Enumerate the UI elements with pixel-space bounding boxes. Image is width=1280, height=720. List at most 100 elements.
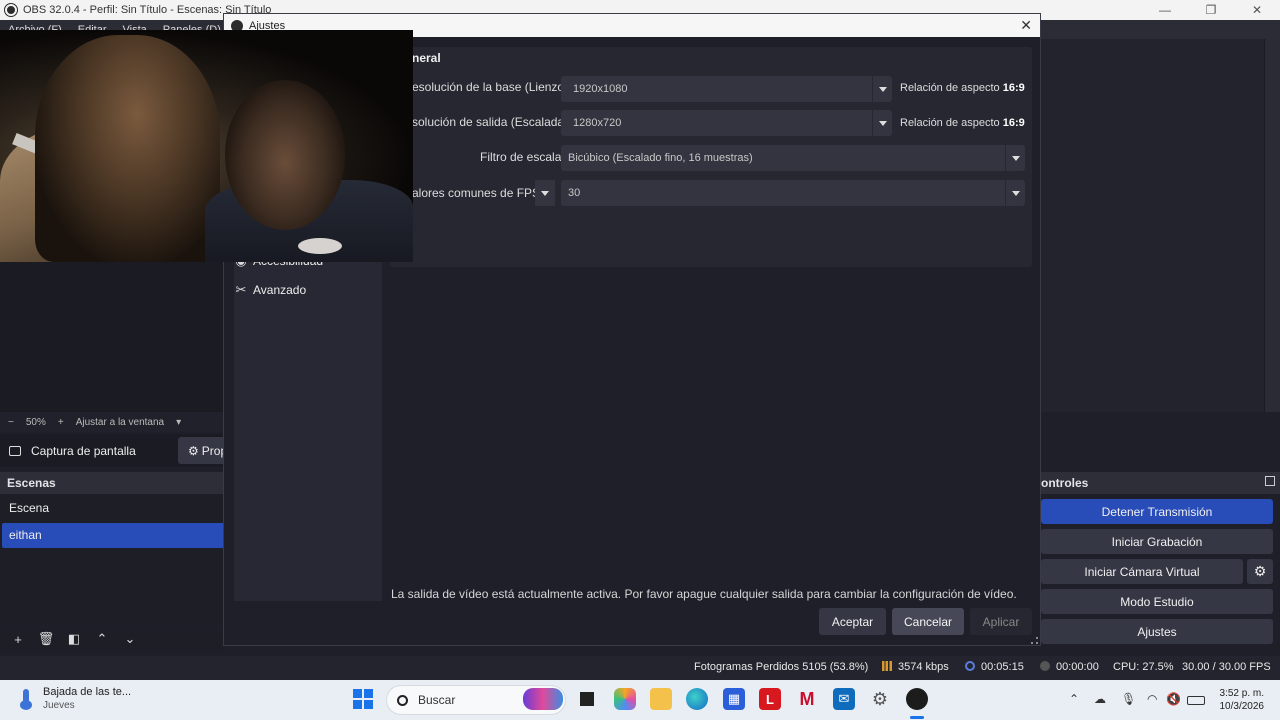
base-resolution-label: esolución de la base (Lienzo)	[412, 80, 569, 94]
base-resolution-combo[interactable]: 1920x1080	[561, 76, 892, 102]
scale-filter-label: Filtro de escala	[480, 150, 562, 164]
cancel-button[interactable]: Cancelar	[892, 608, 964, 635]
source-name: Captura de pantalla	[31, 443, 136, 458]
stream-time: 00:05:15	[981, 661, 1024, 673]
clock-date: 10/3/2026	[1219, 701, 1265, 712]
controls-header: ontroles	[1041, 472, 1280, 494]
copilot-banner-icon[interactable]	[523, 688, 563, 710]
move-down-icon[interactable]: ⌄	[118, 631, 142, 647]
search-icon	[397, 694, 408, 706]
window-controls: — ❐ ✕	[1142, 0, 1280, 20]
weather-subtitle: Jueves	[43, 700, 75, 711]
mcafee-icon[interactable]: M	[796, 688, 818, 710]
chevron-down-icon[interactable]: ▾	[176, 417, 181, 428]
settings-gear-icon[interactable]: ⚙	[869, 688, 891, 710]
chevron-down-icon[interactable]	[872, 76, 892, 102]
chevron-down-icon[interactable]	[1005, 145, 1025, 171]
close-icon[interactable]: ✕	[1234, 0, 1280, 20]
start-recording-button[interactable]: Iniciar Grabación	[1041, 529, 1273, 554]
obs-logo-icon	[4, 3, 18, 17]
studio-mode-button[interactable]: Modo Estudio	[1041, 589, 1273, 614]
right-scrollbar[interactable]	[1265, 39, 1280, 412]
chevron-up-icon[interactable]: ⌃	[1069, 692, 1079, 706]
stream-time-readout: 00:05:15	[965, 661, 1024, 673]
add-scene-icon[interactable]: +	[6, 632, 30, 647]
apply-button[interactable]: Aplicar	[970, 608, 1032, 635]
cpu-usage: CPU: 27.5%	[1113, 661, 1174, 673]
fps-type-label: alores comunes de FPS	[412, 186, 541, 200]
lenovo-app-icon[interactable]: L	[759, 688, 781, 710]
record-time-readout: 00:00:00	[1040, 661, 1099, 673]
close-icon[interactable]: ✕	[1020, 17, 1032, 34]
webcam-overlay	[0, 30, 413, 262]
scenes-list: Escena eithan	[0, 494, 223, 626]
base-resolution-value: 1920x1080	[573, 83, 628, 95]
broadcast-icon	[965, 661, 975, 671]
accept-button[interactable]: Aceptar	[819, 608, 886, 635]
zoom-level: 50%	[25, 416, 46, 428]
stop-stream-button[interactable]: Detener Transmisión	[1041, 499, 1273, 524]
scale-filter-value: Bicúbico (Escalado fino, 16 muestras)	[568, 152, 753, 164]
record-icon	[1040, 661, 1050, 671]
thermometer-icon	[16, 687, 36, 711]
record-time: 00:00:00	[1056, 661, 1099, 673]
obs-taskbar-icon[interactable]	[906, 688, 928, 710]
virtual-camera-button[interactable]: Iniciar Cámara Virtual	[1041, 559, 1243, 584]
fps-type-combo[interactable]: alores comunes de FPS	[412, 180, 555, 206]
aspect-prefix: Relación de aspecto	[900, 117, 1000, 129]
microphone-icon[interactable]: 🎙	[1121, 692, 1136, 706]
scene-item[interactable]: Escena	[0, 496, 223, 521]
bitrate-value: 3574 kbps	[898, 661, 949, 673]
scene-item-selected[interactable]: eithan	[2, 523, 223, 548]
edge-browser-icon[interactable]	[686, 688, 708, 710]
fit-window-select[interactable]: Ajustar a la ventana	[76, 417, 164, 428]
windows-start-icon[interactable]	[352, 688, 374, 710]
volume-muted-icon[interactable]: 🔇	[1166, 692, 1181, 706]
scale-filter-combo[interactable]: Bicúbico (Escalado fino, 16 muestras)	[561, 145, 1025, 171]
zoom-in-button[interactable]: +	[58, 417, 64, 428]
chevron-down-icon[interactable]	[872, 110, 892, 136]
output-active-warning: La salida de vídeo está actualmente acti…	[391, 587, 1017, 601]
onedrive-icon[interactable]: ☁	[1094, 692, 1106, 706]
properties-button[interactable]: ⚙ Prop	[178, 437, 226, 464]
battery-icon[interactable]	[1187, 696, 1205, 705]
dropped-frames: Fotogramas Perdidos 5105 (53.8%)	[694, 661, 869, 673]
minimize-icon[interactable]: —	[1142, 0, 1188, 20]
signal-icon	[882, 661, 892, 671]
preview-zoom-bar: − 50% + Ajustar a la ventana ▾	[0, 412, 223, 432]
sidebar-item-advanced[interactable]: ✂ Avanzado	[234, 282, 307, 298]
section-title: neral	[412, 51, 441, 65]
bitrate-readout: 3574 kbps	[882, 661, 949, 673]
wifi-icon[interactable]: ◠	[1147, 692, 1157, 706]
move-up-icon[interactable]: ⌃	[90, 631, 114, 647]
status-bar: Fotogramas Perdidos 5105 (53.8%) 3574 kb…	[0, 656, 1280, 680]
file-explorer-icon[interactable]	[650, 688, 672, 710]
aspect-value: 16:9	[1002, 117, 1025, 129]
filter-icon[interactable]: ◧	[62, 631, 86, 647]
output-resolution-label: solución de salida (Escalada)	[412, 115, 569, 129]
webcam-hand	[298, 238, 342, 254]
zoom-out-button[interactable]: −	[8, 417, 14, 428]
trash-icon[interactable]: 🗑	[34, 631, 58, 647]
weather-widget[interactable]: Bajada de las te... Jueves	[16, 686, 131, 711]
gear-icon: ⚙	[188, 443, 199, 458]
chevron-down-icon[interactable]	[1005, 180, 1025, 206]
microsoft-store-icon[interactable]: ▦	[723, 688, 745, 710]
tools-icon: ✂	[235, 282, 247, 297]
scenes-header: Escenas	[0, 472, 223, 494]
weather-title: Bajada de las te...	[43, 686, 132, 698]
output-aspect-ratio: Relación de aspecto 16:9	[900, 117, 1025, 129]
undock-icon[interactable]	[1265, 476, 1275, 486]
copilot-icon[interactable]	[614, 688, 636, 710]
virtual-camera-settings-button[interactable]: ⚙	[1247, 559, 1273, 584]
task-view-icon[interactable]	[576, 688, 598, 710]
settings-button[interactable]: Ajustes	[1041, 619, 1273, 644]
windows-taskbar: Bajada de las te... Jueves Buscar ▦ L M …	[0, 680, 1280, 720]
chevron-down-icon[interactable]	[535, 180, 555, 206]
output-resolution-combo[interactable]: 1280x720	[561, 110, 892, 136]
outlook-icon[interactable]: ✉	[833, 688, 855, 710]
system-clock[interactable]: 3:52 p. m. 10/3/2026	[1216, 687, 1265, 713]
maximize-icon[interactable]: ❐	[1188, 0, 1234, 20]
fps-value-combo[interactable]: 30	[561, 180, 1025, 206]
resize-grip-icon[interactable]	[1031, 637, 1038, 644]
